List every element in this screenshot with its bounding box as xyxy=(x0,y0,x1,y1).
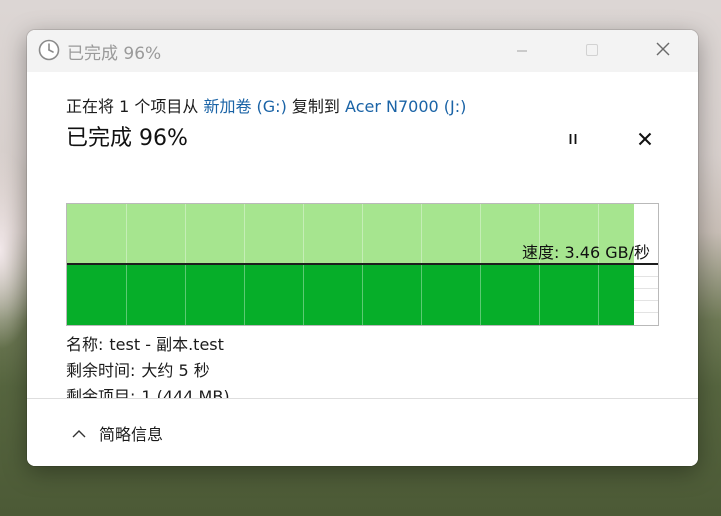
title-bar: 已完成 96% xyxy=(27,30,698,72)
detail-name-row: 名称: test - 副本.test xyxy=(66,331,224,355)
minimize-icon xyxy=(516,42,528,61)
chevron-up-icon xyxy=(71,424,87,443)
dialog-footer: 简略信息 xyxy=(27,399,698,466)
progress-fill-speed xyxy=(67,265,634,325)
close-icon xyxy=(655,41,671,61)
maximize-button[interactable] xyxy=(569,30,615,72)
transfer-prefix: 正在将 1 个项目从 xyxy=(66,97,199,116)
transfer-middle: 复制到 xyxy=(291,97,340,116)
graph-gridline xyxy=(634,300,658,301)
cancel-button[interactable] xyxy=(627,124,663,156)
transfer-description: 正在将 1 个项目从 新加卷 (G:) 复制到 Acer N7000 (J:) xyxy=(66,93,466,117)
source-drive-link[interactable]: 新加卷 (G:) xyxy=(203,97,286,116)
copy-progress-dialog: 已完成 96% 正在将 1 个项目从 新加卷 (G:) 复制到 Acer N70… xyxy=(27,30,698,466)
progress-heading: 已完成 96% xyxy=(66,126,188,151)
graph-gridline xyxy=(634,288,658,289)
pause-icon xyxy=(566,131,580,150)
minimize-button[interactable] xyxy=(499,30,545,72)
speed-label: 速度: 3.46 GB/秒 xyxy=(522,243,650,262)
detail-name-value: test - 副本.test xyxy=(109,335,224,354)
transfer-speed-graph: 速度: 3.46 GB/秒 xyxy=(66,203,659,326)
maximize-icon xyxy=(585,42,599,61)
detail-time-key: 剩余时间: xyxy=(66,361,136,380)
graph-gridline xyxy=(634,276,658,277)
window-title: 已完成 96% xyxy=(67,44,162,64)
close-button[interactable] xyxy=(640,30,686,72)
graph-gridline xyxy=(634,312,658,313)
pause-button[interactable] xyxy=(555,124,591,156)
detail-time-value: 大约 5 秒 xyxy=(141,361,210,380)
less-info-label: 简略信息 xyxy=(99,425,164,444)
destination-drive-link[interactable]: Acer N7000 (J:) xyxy=(345,97,466,116)
detail-name-key: 名称: xyxy=(66,335,104,354)
detail-time-row: 剩余时间: 大约 5 秒 xyxy=(66,357,210,381)
current-speed-line xyxy=(67,263,658,265)
clock-icon xyxy=(38,39,60,61)
less-info-button[interactable]: 简略信息 xyxy=(71,421,163,445)
cancel-icon xyxy=(638,131,652,150)
